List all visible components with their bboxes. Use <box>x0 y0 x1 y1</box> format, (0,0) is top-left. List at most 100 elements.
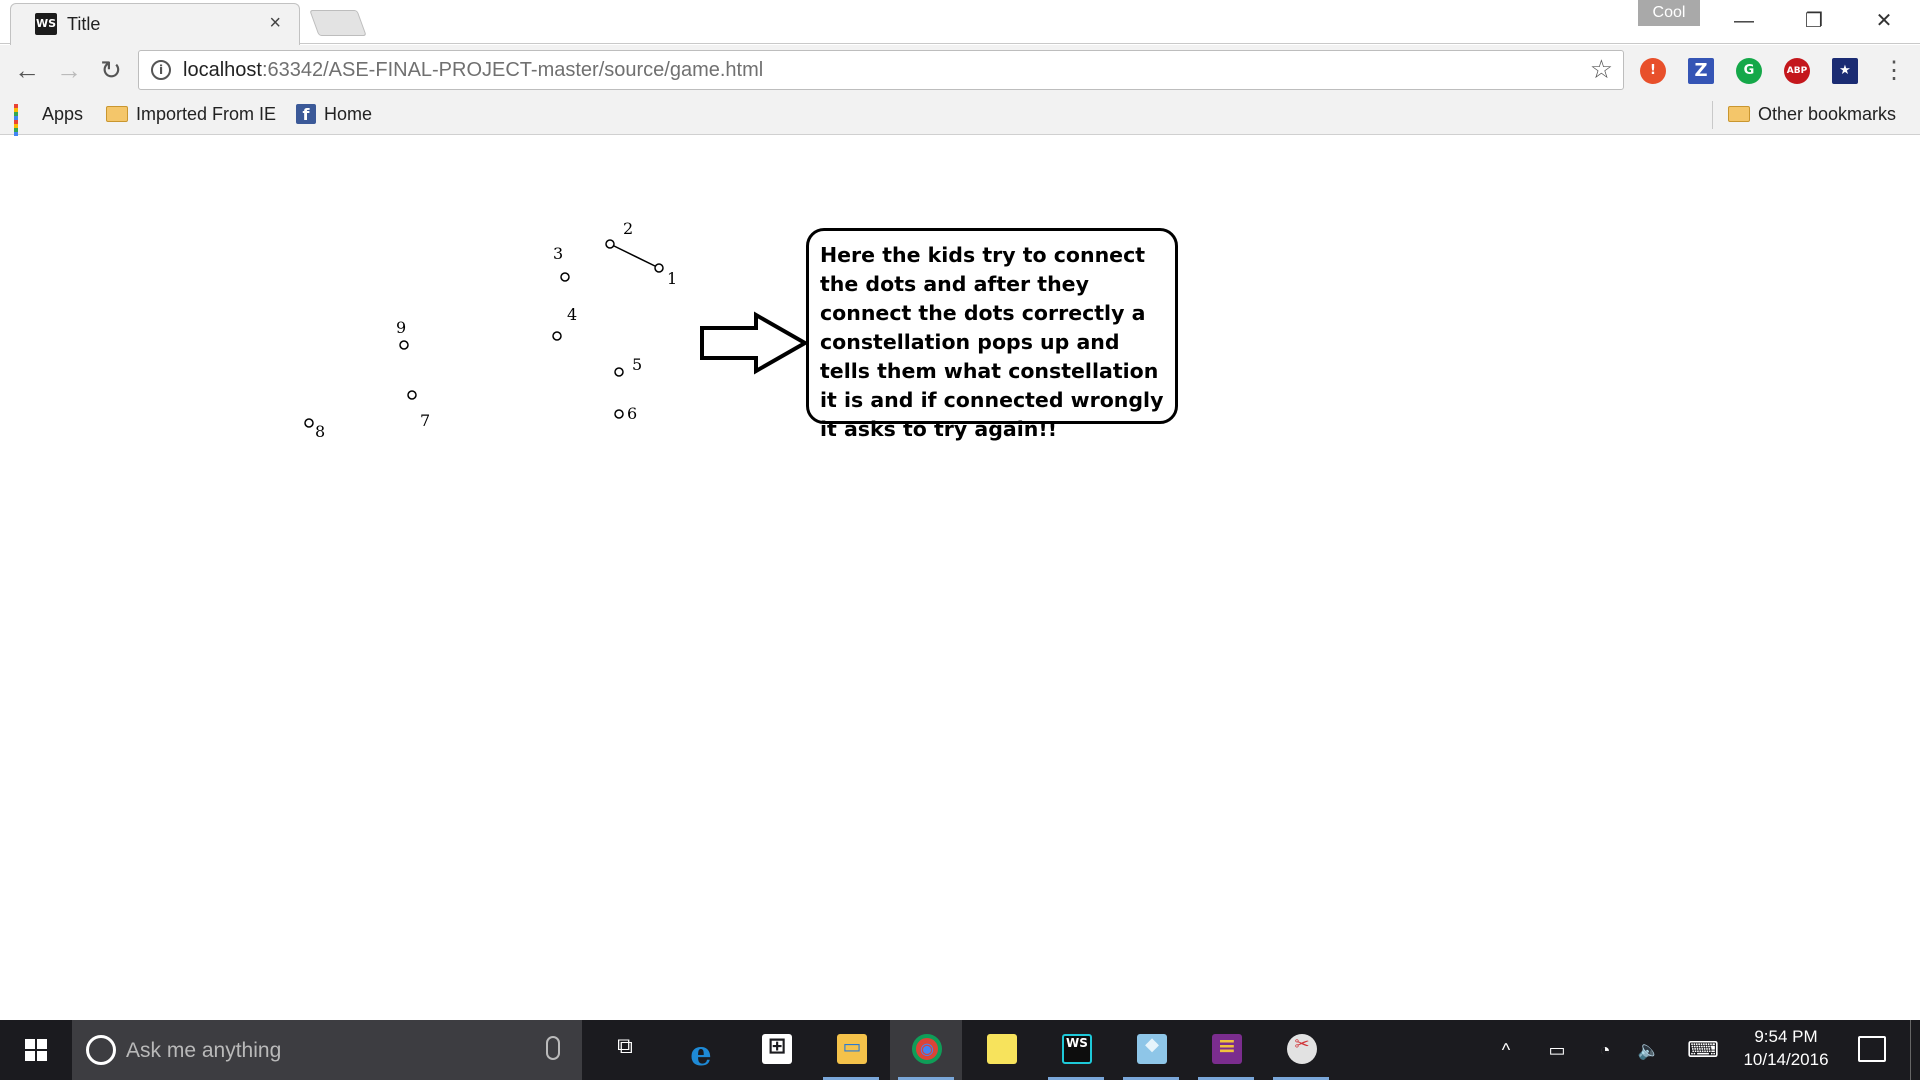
action-center-icon[interactable] <box>1858 1036 1886 1062</box>
extension-alert-icon[interactable]: ! <box>1640 58 1666 84</box>
windows-logo-icon <box>25 1039 47 1061</box>
start-button[interactable] <box>0 1020 72 1080</box>
cortana-search-box[interactable]: Ask me anything <box>72 1020 582 1080</box>
dot-label-1: 1 <box>667 269 677 288</box>
minimize-button[interactable]: — <box>1716 4 1772 38</box>
tab-active[interactable]: WS Title × <box>10 3 300 45</box>
microphone-icon[interactable] <box>546 1036 560 1060</box>
clock[interactable]: 9:54 PM 10/14/2016 <box>1726 1026 1846 1074</box>
dot-label-8: 8 <box>315 422 325 441</box>
taskbar-chrome[interactable]: ◉ <box>890 1020 962 1080</box>
extension-flag-icon[interactable]: ★ <box>1832 58 1858 84</box>
game-page: 1 2 3 4 5 6 7 8 9 Here the kids try to c… <box>0 136 1920 1020</box>
bookmarks-bar: Apps Imported From IE f Home Other bookma… <box>0 95 1920 141</box>
cortana-icon <box>86 1035 116 1065</box>
keyboard-icon[interactable]: ⌨ <box>1686 1038 1720 1062</box>
clock-date: 10/14/2016 <box>1743 1050 1829 1069</box>
dot-3[interactable] <box>560 272 570 282</box>
bookmark-label: Home <box>324 103 373 124</box>
extension-grammarly-icon[interactable]: G <box>1736 58 1762 84</box>
dot-6[interactable] <box>614 409 624 419</box>
taskbar-file-explorer[interactable]: ▭ <box>815 1020 887 1080</box>
dot-label-5: 5 <box>632 355 642 374</box>
info-icon[interactable]: i <box>151 60 171 80</box>
show-desktop-button[interactable] <box>1910 1020 1914 1080</box>
address-bar[interactable]: i localhost:63342/ASE-FINAL-PROJECT-mast… <box>138 50 1624 90</box>
store-icon: ⊞ <box>762 1034 792 1064</box>
dot-8[interactable] <box>304 418 314 428</box>
taskbar-winrar[interactable]: ≡ <box>1190 1020 1262 1080</box>
dot-label-7: 7 <box>420 411 430 430</box>
dot-label-4: 4 <box>567 305 577 324</box>
url-text[interactable]: localhost:63342/ASE-FINAL-PROJECT-master… <box>183 59 763 82</box>
bookmark-label: Imported From IE <box>136 103 277 124</box>
clock-time: 9:54 PM <box>1754 1027 1818 1046</box>
taskbar-webstorm[interactable]: WS <box>1040 1020 1112 1080</box>
folder-icon <box>106 106 128 123</box>
edge-icon: e <box>690 1034 712 1074</box>
taskbar-sticky-notes[interactable]: ▮ <box>965 1020 1037 1080</box>
facebook-icon: f <box>296 104 316 125</box>
wifi-icon[interactable]: ◔ <box>1592 1038 1618 1062</box>
dot-label-6: 6 <box>627 404 637 423</box>
extension-adblock-icon[interactable]: ABP <box>1784 58 1810 84</box>
task-view-button[interactable]: ⧉ <box>588 1020 660 1080</box>
back-button[interactable]: ← <box>8 51 46 89</box>
taskbar-app-blue[interactable]: ◆ <box>1115 1020 1187 1080</box>
tray-chevron-icon[interactable]: ^ <box>1494 1038 1518 1062</box>
chrome-icon: ◉ <box>912 1034 942 1064</box>
new-tab-button[interactable] <box>309 10 367 36</box>
dot-5[interactable] <box>614 367 624 377</box>
restore-button[interactable]: ❐ <box>1786 4 1842 38</box>
dot-4[interactable] <box>552 331 562 341</box>
taskbar-snipping-tool[interactable]: ✂ <box>1265 1020 1337 1080</box>
bookmark-other[interactable]: Other bookmarks <box>1728 103 1896 127</box>
browser-toolbar: ← → ↻ i localhost:63342/ASE-FINAL-PROJEC… <box>0 45 1920 95</box>
dot-9[interactable] <box>399 340 409 350</box>
dot-7[interactable] <box>407 390 417 400</box>
tab-strip: WS Title × Cool — ❐ ✕ <box>0 0 1920 45</box>
bookmark-label: Other bookmarks <box>1758 103 1897 124</box>
taskbar-store[interactable]: ⊞ <box>740 1020 812 1080</box>
close-window-button[interactable]: ✕ <box>1856 4 1912 38</box>
bookmark-home[interactable]: f Home <box>296 103 372 127</box>
dot-1[interactable] <box>654 263 664 273</box>
winrar-icon: ≡ <box>1212 1034 1242 1064</box>
battery-icon[interactable]: ▭ <box>1542 1038 1572 1062</box>
right-arrow-icon <box>700 311 810 375</box>
webstorm-icon: WS <box>1062 1034 1092 1064</box>
dot-label-2: 2 <box>623 219 633 238</box>
bookmark-label: Apps <box>42 103 84 124</box>
snipping-tool-icon: ✂ <box>1287 1034 1317 1064</box>
extension-z-icon[interactable]: Z <box>1688 58 1714 84</box>
folder-icon <box>1728 106 1750 123</box>
apps-grid-icon <box>14 104 34 141</box>
bookmark-apps[interactable]: Apps <box>14 103 84 141</box>
url-host: localhost <box>183 59 262 81</box>
profile-badge[interactable]: Cool <box>1638 0 1700 26</box>
explanation-callout: Here the kids try to connect the dots an… <box>806 228 1178 441</box>
connection-line <box>609 243 660 269</box>
reload-button[interactable]: ↻ <box>92 51 130 89</box>
sticky-notes-icon: ▮ <box>987 1034 1017 1064</box>
taskbar-edge[interactable]: e <box>664 1020 736 1080</box>
file-explorer-icon: ▭ <box>837 1034 867 1064</box>
search-placeholder: Ask me anything <box>126 1039 282 1062</box>
bookmark-imported-from-ie[interactable]: Imported From IE <box>106 103 276 127</box>
dot-label-9: 9 <box>396 318 406 337</box>
volume-icon[interactable]: 🔈 <box>1636 1038 1662 1062</box>
url-path: :63342/ASE-FINAL-PROJECT-master/source/g… <box>261 59 764 81</box>
tab-close-icon[interactable]: × <box>269 12 281 35</box>
browser-menu-button[interactable]: ⋮ <box>1880 55 1908 87</box>
webstorm-favicon-icon: WS <box>35 13 57 35</box>
bookmarks-divider <box>1712 101 1713 129</box>
taskbar: Ask me anything ⧉ e ⊞ ▭ ◉ ▮ WS ◆ ≡ ✂ ^ ▭… <box>0 1020 1920 1080</box>
tab-title: Title <box>67 14 101 34</box>
forward-button[interactable]: → <box>50 51 88 89</box>
dot-label-3: 3 <box>553 244 563 263</box>
app-blue-icon: ◆ <box>1137 1034 1167 1064</box>
dot-2[interactable] <box>605 239 615 249</box>
task-view-icon: ⧉ <box>617 1034 633 1059</box>
bookmark-star-icon[interactable]: ☆ <box>1590 54 1613 85</box>
desktop-screen: WS Title × Cool — ❐ ✕ ← → ↻ i localhost:… <box>0 0 1920 1080</box>
